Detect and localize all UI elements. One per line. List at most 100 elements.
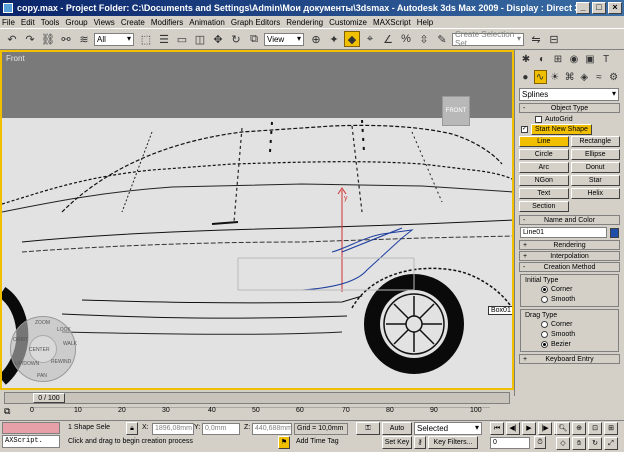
selection-filter-dropdown[interactable]: All: [94, 32, 134, 46]
maxscript-listener-mini[interactable]: [2, 422, 60, 434]
interpolation-rollout-header[interactable]: + Interpolation: [519, 251, 620, 261]
align-icon[interactable]: ⊟: [546, 31, 562, 47]
reference-coordinate-dropdown[interactable]: View: [264, 32, 304, 46]
menu-maxscript[interactable]: MAXScript: [373, 18, 411, 27]
auto-key-button[interactable]: Auto Key: [382, 422, 412, 443]
time-tag-icon[interactable]: ⚑: [278, 436, 290, 449]
star-button[interactable]: Star: [570, 175, 620, 186]
wheel-zoom[interactable]: ZOOM: [35, 320, 50, 326]
angle-snap-icon[interactable]: ∠: [380, 31, 396, 47]
add-time-tag[interactable]: Add Time Tag: [296, 438, 339, 445]
menu-edit[interactable]: Edit: [21, 18, 35, 27]
time-config-icon[interactable]: ⏱: [534, 436, 546, 449]
field-of-view-icon[interactable]: ◇: [556, 437, 570, 450]
go-to-start-icon[interactable]: ⏮: [490, 422, 504, 435]
menu-tools[interactable]: Tools: [41, 18, 60, 27]
menu-views[interactable]: Views: [94, 18, 115, 27]
rendering-rollout-header[interactable]: + Rendering: [519, 240, 620, 250]
systems-icon[interactable]: ⚙: [607, 70, 620, 84]
drag-smooth-radio[interactable]: Smooth: [525, 329, 614, 339]
drag-bezier-radio[interactable]: Bezier: [525, 339, 614, 349]
category-dropdown[interactable]: Splines: [519, 88, 619, 101]
select-manipulate-icon[interactable]: ✦: [326, 31, 342, 47]
text-button[interactable]: Text: [519, 188, 569, 199]
time-slider[interactable]: 0 / 100: [4, 392, 510, 404]
spinner-snap-icon[interactable]: ⇳: [416, 31, 432, 47]
time-slider-knob[interactable]: 0 / 100: [33, 393, 65, 403]
y-coordinate-field[interactable]: 0,0mm: [202, 423, 240, 435]
helix-button[interactable]: Helix: [570, 188, 620, 199]
display-tab-icon[interactable]: ▣: [583, 52, 597, 66]
wheel-walk[interactable]: WALK: [63, 341, 77, 347]
viewcube[interactable]: FRONT: [442, 96, 470, 126]
mirror-icon[interactable]: ⇋: [528, 31, 544, 47]
section-button[interactable]: Section: [519, 201, 569, 212]
wheel-orbit[interactable]: ORBIT: [13, 337, 28, 343]
key-mode-dropdown[interactable]: Selected: [414, 422, 482, 435]
move-icon[interactable]: ✥: [210, 31, 226, 47]
lights-icon[interactable]: ☀: [549, 70, 562, 84]
name-color-rollout-header[interactable]: - Name and Color: [519, 215, 620, 225]
play-icon[interactable]: ▶: [522, 422, 536, 435]
object-type-rollout-header[interactable]: - Object Type: [519, 103, 620, 113]
redo-icon[interactable]: ↷: [22, 31, 38, 47]
hierarchy-tab-icon[interactable]: ⊞: [551, 52, 565, 66]
x-coordinate-field[interactable]: 1896,08mm: [152, 423, 194, 435]
named-selection-set-dropdown[interactable]: Create Selection Set: [452, 30, 524, 48]
maxscript-mini-listener[interactable]: AXScript.: [2, 435, 60, 448]
link-icon[interactable]: ⛓: [40, 31, 56, 47]
start-new-shape-button[interactable]: Start New Shape: [531, 123, 592, 135]
object-name-field[interactable]: Line01: [520, 227, 607, 238]
keyboard-shortcut-override-icon[interactable]: ◆: [344, 31, 360, 47]
set-key-button[interactable]: Set Key: [382, 436, 412, 449]
next-frame-icon[interactable]: |▶: [538, 422, 552, 435]
menu-modifiers[interactable]: Modifiers: [151, 18, 183, 27]
percent-snap-icon[interactable]: %: [398, 31, 414, 47]
wheel-look[interactable]: LOOK: [57, 327, 71, 333]
zoom-icon[interactable]: 🔍︎: [556, 422, 570, 435]
steering-wheel[interactable]: ZOOM ORBIT CENTER WALK REWIND PAN UP/DOW…: [10, 316, 77, 382]
create-tab-icon[interactable]: ✱: [519, 52, 533, 66]
ngon-button[interactable]: NGon: [519, 175, 569, 186]
wheel-rewind[interactable]: REWIND: [51, 359, 71, 365]
z-coordinate-field[interactable]: 440,688mm: [252, 423, 292, 435]
menu-file[interactable]: File: [2, 18, 15, 27]
space-warps-icon[interactable]: ≈: [593, 70, 606, 84]
initial-corner-radio[interactable]: Corner: [525, 284, 614, 294]
motion-tab-icon[interactable]: ◉: [567, 52, 581, 66]
zoom-all-icon[interactable]: ⊕: [572, 422, 586, 435]
rotate-icon[interactable]: ↻: [228, 31, 244, 47]
menu-graph-editors[interactable]: Graph Editors: [231, 18, 280, 27]
initial-smooth-radio[interactable]: Smooth: [525, 294, 614, 304]
previous-frame-icon[interactable]: ◀|: [506, 422, 520, 435]
line-button[interactable]: Line: [519, 136, 569, 147]
front-viewport[interactable]: Front y FRONT Box01 ZOOM ORBIT CENTER WA…: [0, 50, 514, 390]
pivot-center-icon[interactable]: ⊕: [308, 31, 324, 47]
keyboard-entry-rollout-header[interactable]: + Keyboard Entry: [519, 354, 620, 364]
wheel-pan[interactable]: PAN: [37, 373, 47, 379]
minimize-button[interactable]: _: [576, 2, 590, 14]
donut-button[interactable]: Donut: [570, 162, 620, 173]
arc-button[interactable]: Arc: [519, 162, 569, 173]
shapes-icon[interactable]: ∿: [533, 70, 547, 84]
utilities-tab-icon[interactable]: T: [599, 52, 613, 66]
current-frame-field[interactable]: 0: [490, 437, 530, 449]
window-crossing-icon[interactable]: ◫: [192, 31, 208, 47]
wheel-center[interactable]: CENTER: [29, 347, 50, 353]
lock-selection-icon[interactable]: 🔒︎: [126, 422, 138, 435]
menu-rendering[interactable]: Rendering: [286, 18, 323, 27]
pan-icon[interactable]: ✋︎: [572, 437, 586, 450]
key-icon[interactable]: ⚷: [414, 436, 426, 449]
geometry-icon[interactable]: ●: [519, 70, 532, 84]
track-bar-toggle-icon[interactable]: ⧉: [4, 406, 26, 418]
ellipse-button[interactable]: Ellipse: [570, 149, 620, 160]
rectangle-button[interactable]: Rectangle: [570, 136, 620, 147]
set-key-mode-icon[interactable]: ⚿: [356, 422, 380, 435]
unlink-icon[interactable]: ⚯: [58, 31, 74, 47]
modify-tab-icon[interactable]: ◐: [535, 52, 549, 66]
rectangular-selection-icon[interactable]: ▭: [174, 31, 190, 47]
orbit-icon[interactable]: ↻: [588, 437, 602, 450]
menu-group[interactable]: Group: [65, 18, 87, 27]
menu-customize[interactable]: Customize: [329, 18, 367, 27]
select-by-name-icon[interactable]: ☰: [156, 31, 172, 47]
